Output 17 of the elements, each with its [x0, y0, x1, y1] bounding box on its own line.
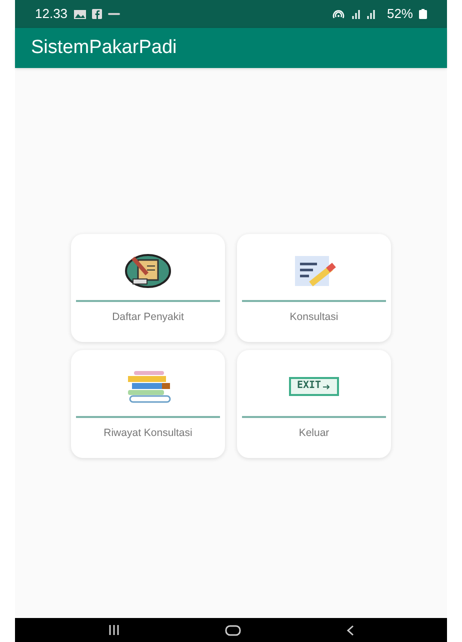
exit-sign-icon: EXIT [288, 377, 340, 396]
app-title: SistemPakarPadi [31, 36, 177, 60]
menu-card[interactable]: Konsultasi [237, 234, 391, 342]
gallery-icon [74, 10, 86, 18]
hotspot-icon [332, 8, 345, 20]
menu-card[interactable]: EXIT Keluar [237, 350, 391, 458]
home-icon[interactable] [224, 624, 241, 636]
status-time: 12.33 [35, 5, 68, 24]
back-icon[interactable] [346, 624, 354, 636]
menu-card[interactable]: Riwayat Konsultasi [71, 350, 225, 458]
facebook-icon [92, 9, 102, 19]
battery-icon [419, 9, 427, 19]
battery-percentage: 52% [386, 5, 413, 24]
menu-card[interactable]: Daftar Penyakit [71, 234, 225, 342]
recent-apps-icon[interactable] [108, 625, 120, 635]
notification-icon [108, 12, 120, 16]
clipboard-pencil-icon [125, 254, 171, 288]
